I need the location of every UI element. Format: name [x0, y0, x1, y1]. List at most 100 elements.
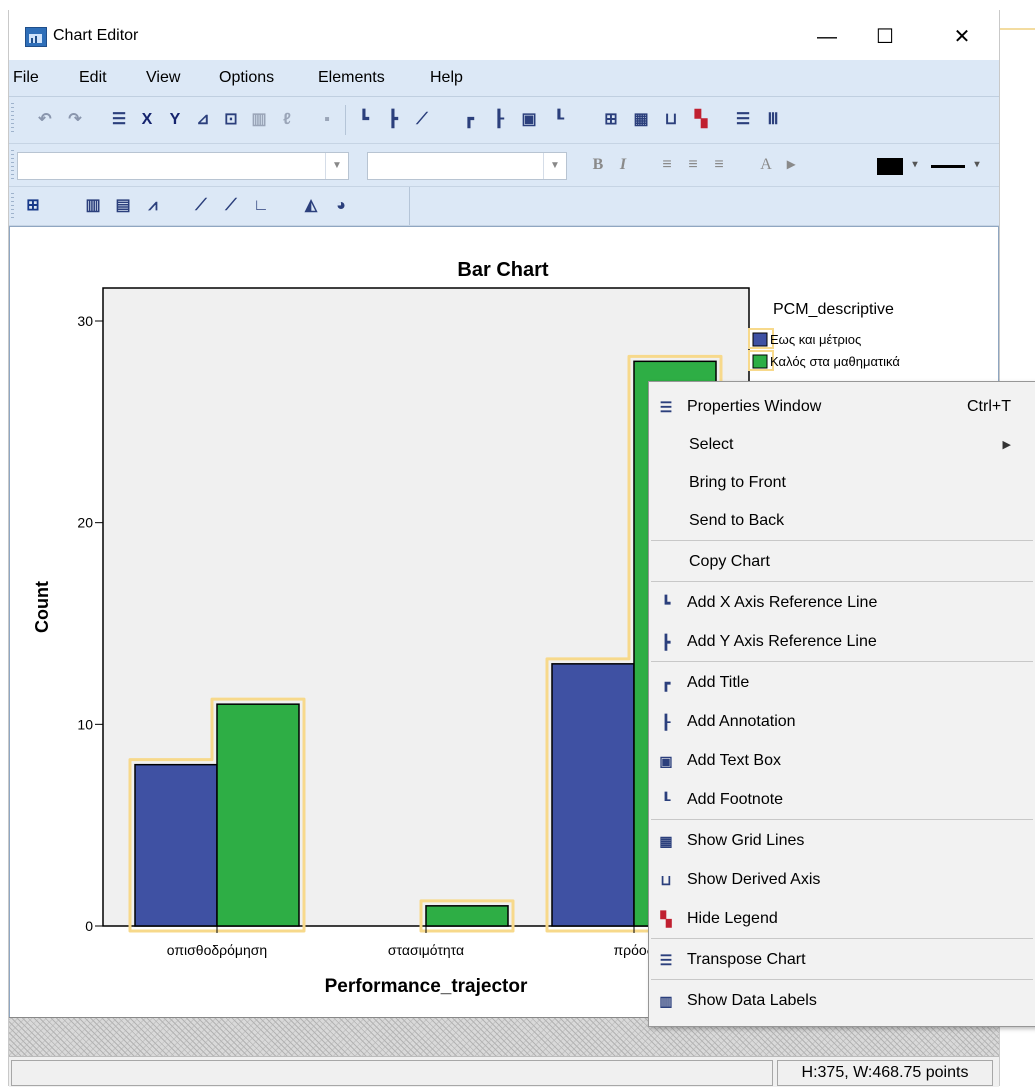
menu-file[interactable]: File: [13, 69, 39, 87]
data-labels-icon: ▥: [659, 993, 673, 1009]
context-menu-item-properties-window[interactable]: ☰ Properties Window Ctrl+T: [649, 388, 1035, 426]
scatter-icon[interactable]: ⟋: [189, 195, 213, 217]
fill-color-dropdown[interactable]: ▾: [903, 154, 927, 176]
context-menu: ☰ Properties Window Ctrl+T Select ▶ Bring to …: [648, 381, 1035, 1027]
lasso-icon[interactable]: ℓ: [275, 109, 299, 131]
select-y-axis-icon[interactable]: Y: [163, 109, 187, 131]
context-menu-separator: [651, 581, 1033, 582]
grid-lines-icon[interactable]: ⊞: [599, 109, 623, 131]
align-center-icon[interactable]: ≡: [681, 154, 705, 176]
bar-series1-0[interactable]: [134, 763, 218, 927]
menu-options[interactable]: Options: [219, 69, 274, 87]
bar-series2-0[interactable]: [216, 703, 300, 927]
legend-title[interactable]: PCM_descriptive: [773, 301, 894, 318]
textbox-icon[interactable]: ▣: [517, 109, 541, 131]
status-message: [11, 1060, 773, 1086]
context-menu-separator: [651, 819, 1033, 820]
context-menu-item-add-title[interactable]: ┏ Add Title: [649, 664, 1035, 702]
context-menu-separator: [651, 938, 1033, 939]
redo-icon[interactable]: ↷: [63, 109, 87, 131]
line-style-dropdown[interactable]: ▾: [965, 154, 989, 176]
menu-elements[interactable]: Elements: [318, 69, 385, 87]
legend-label-series2: Καλός στα μαθηματικά: [770, 354, 900, 369]
context-menu-label: Transpose Chart: [687, 951, 806, 968]
column-icon[interactable]: ▥: [247, 109, 271, 131]
legend-label-series1: Εως και μέτριος: [770, 332, 861, 347]
y-ref-line-icon[interactable]: ┣: [381, 109, 405, 131]
properties-icon[interactable]: ☰: [107, 109, 131, 131]
close-button[interactable]: ✕: [939, 20, 985, 54]
align-left-icon[interactable]: ≡: [655, 154, 679, 176]
line-style-icon[interactable]: [931, 165, 965, 168]
bar-series1-2[interactable]: [551, 663, 635, 927]
select-x-axis-icon[interactable]: X: [135, 109, 159, 131]
legend[interactable]: Εως και μέτριος Καλός στα μαθηματικά: [748, 328, 900, 371]
annotation-icon[interactable]: ┠: [487, 109, 511, 131]
fill-color-swatch[interactable]: [877, 158, 903, 175]
bars-icon[interactable]: Ⅲ: [761, 109, 785, 131]
textbox-icon: ▣: [659, 753, 673, 769]
grid-icon[interactable]: ▦: [629, 109, 653, 131]
context-menu-label: Add Footnote: [687, 791, 784, 808]
rescale-icon[interactable]: ⊿: [191, 109, 215, 131]
x-axis-label[interactable]: Performance_trajector: [325, 976, 528, 997]
context-menu-item-show-grid-lines[interactable]: ▦ Show Grid Lines: [649, 822, 1035, 860]
italic-button[interactable]: I: [611, 154, 635, 176]
footnote-icon[interactable]: ┖: [547, 109, 571, 131]
transpose-icon[interactable]: ☰: [731, 109, 755, 131]
footnote-icon: ┖: [661, 792, 671, 808]
context-menu-label: Add Y Axis Reference Line: [687, 633, 877, 650]
context-menu-item-transpose-chart[interactable]: ☰ Transpose Chart: [649, 941, 1035, 979]
align-right-icon[interactable]: ≡: [707, 154, 731, 176]
context-menu-item-show-data-labels[interactable]: ▥ Show Data Labels: [649, 982, 1035, 1020]
context-menu-item-add-y-axis-reference-line[interactable]: ┣ Add Y Axis Reference Line: [649, 623, 1035, 661]
menu-edit[interactable]: Edit: [79, 69, 107, 87]
annotation-icon: ┠: [661, 714, 671, 730]
explore-icon[interactable]: ▪: [315, 109, 339, 131]
context-menu-item-show-derived-axis[interactable]: ⊔ Show Derived Axis: [649, 861, 1035, 899]
menu-view[interactable]: View: [146, 69, 180, 87]
stacked-bar-icon[interactable]: ▤: [111, 195, 135, 217]
chart-editor-app-icon: [25, 27, 47, 47]
font-family-select[interactable]: ▼: [17, 152, 349, 180]
menu-bar: File Edit View Options Elements Help: [9, 60, 999, 97]
pie-chart-icon[interactable]: ◕: [329, 195, 353, 217]
bold-button[interactable]: B: [586, 154, 610, 176]
context-menu-item-add-x-axis-reference-line[interactable]: ┗ Add X Axis Reference Line: [649, 584, 1035, 622]
title-icon[interactable]: ┏: [457, 109, 481, 131]
context-menu-separator: [651, 540, 1033, 541]
context-menu-item-copy-chart[interactable]: Copy Chart: [649, 543, 1035, 581]
undo-icon[interactable]: ↶: [33, 109, 57, 131]
context-menu-item-add-annotation[interactable]: ┠ Add Annotation: [649, 703, 1035, 741]
line-chart-icon[interactable]: ⩘: [141, 195, 165, 217]
context-menu-item-send-to-back[interactable]: Send to Back: [649, 502, 1035, 540]
minimize-button[interactable]: —: [804, 20, 850, 54]
context-menu-item-select[interactable]: Select ▶: [649, 426, 1035, 464]
derived-axis-icon[interactable]: ⊔: [659, 109, 683, 131]
context-menu-item-add-footnote[interactable]: ┖ Add Footnote: [649, 781, 1035, 819]
chart-builder-icon[interactable]: ⊞: [21, 195, 45, 217]
bar-chart-icon[interactable]: ▥: [81, 195, 105, 217]
y-tick-label: 30: [77, 313, 93, 329]
window-title: Chart Editor: [53, 27, 139, 44]
chart-size-icon[interactable]: ⊡: [219, 109, 243, 131]
scatter-fit-icon[interactable]: ⟋: [219, 195, 243, 217]
legend-icon[interactable]: ▚: [689, 109, 713, 131]
chart-title[interactable]: Bar Chart: [457, 259, 548, 281]
text-color-icon[interactable]: A: [754, 154, 778, 176]
area-chart-icon[interactable]: ◭: [299, 195, 323, 217]
maximize-button[interactable]: ☐: [862, 20, 908, 54]
x-ref-line-icon[interactable]: ┗: [352, 109, 376, 131]
context-menu-item-hide-legend[interactable]: ▚ Hide Legend: [649, 900, 1035, 938]
text-color-dropdown[interactable]: ▸: [779, 154, 803, 176]
area-line-icon[interactable]: ∟: [249, 195, 273, 217]
fit-line-icon[interactable]: ⟋: [410, 109, 434, 131]
y-tick-label: 20: [77, 515, 93, 531]
y-axis[interactable]: 0 10 20 30: [77, 313, 103, 934]
context-menu-item-bring-to-front[interactable]: Bring to Front: [649, 464, 1035, 502]
bar-series2-1[interactable]: [425, 905, 509, 927]
menu-help[interactable]: Help: [430, 69, 463, 87]
y-axis-label[interactable]: Count: [32, 581, 52, 633]
font-size-select[interactable]: ▼: [367, 152, 567, 180]
context-menu-item-add-text-box[interactable]: ▣ Add Text Box: [649, 742, 1035, 780]
